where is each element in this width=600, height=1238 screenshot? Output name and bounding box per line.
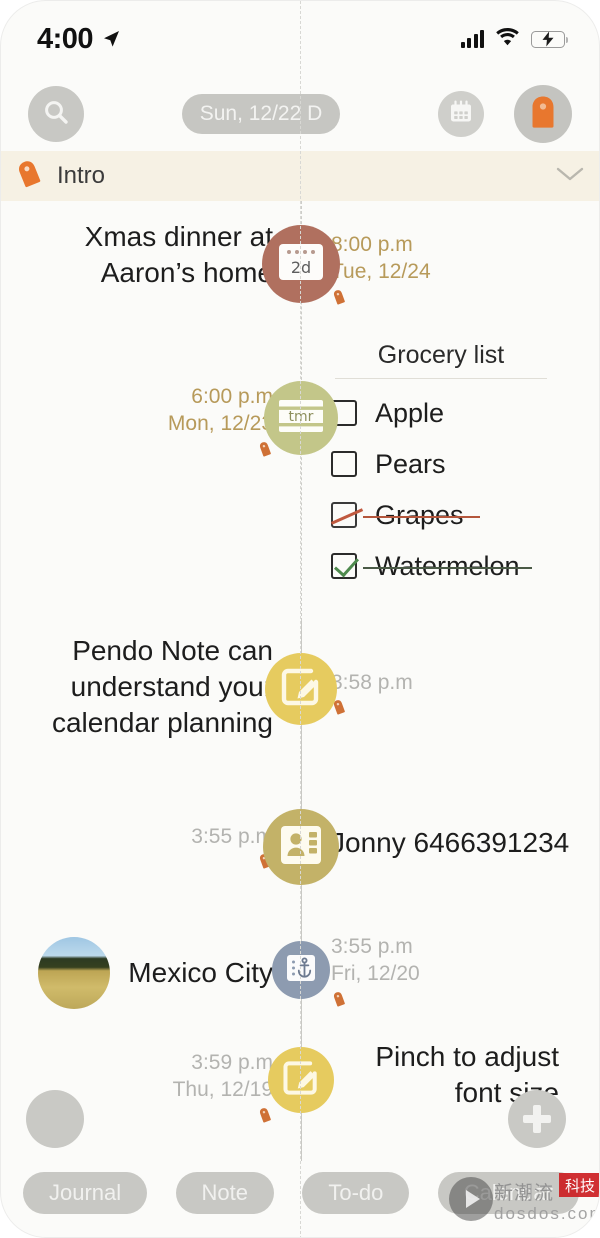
entry-time: 3:55 p.m bbox=[191, 825, 273, 848]
entry-title: Xmas dinner at Aaron’s home bbox=[84, 221, 273, 288]
status-bar: 4:00 bbox=[1, 1, 599, 67]
checklist-item-label: Apple bbox=[375, 397, 445, 428]
bottom-tab-bar: Journal Note To-do Calendar bbox=[1, 1167, 599, 1219]
search-icon bbox=[42, 98, 70, 131]
status-bar-left: 4:00 bbox=[37, 23, 121, 56]
tab-todo[interactable]: To-do bbox=[302, 1172, 410, 1214]
tag-marker-icon bbox=[257, 1106, 273, 1129]
entry-meta-left: 3:55 p.m bbox=[191, 823, 273, 875]
checklist-item[interactable]: Pears bbox=[331, 447, 581, 481]
entry-date: Fri, 12/20 bbox=[331, 962, 420, 986]
tag-marker-icon bbox=[331, 990, 347, 1013]
tag-filter-button[interactable] bbox=[514, 85, 572, 143]
entry-title: Pendo Note can understand your calendar pl… bbox=[51, 635, 273, 738]
clock-time: 4:00 bbox=[37, 22, 94, 55]
timeline-entry[interactable]: Xmas dinner atAaron’s home 2d 8:00 p.m bbox=[1, 213, 599, 313]
add-fab-button[interactable] bbox=[508, 1090, 566, 1148]
checkbox-cancelled-icon[interactable] bbox=[331, 502, 357, 528]
entry-node-note[interactable] bbox=[265, 653, 337, 725]
svg-text:tmr: tmr bbox=[289, 409, 314, 425]
entry-meta-left: 3:59 p.m Thu, 12/19 bbox=[173, 1049, 273, 1129]
calendar-countdown-icon: 2d bbox=[275, 240, 327, 289]
checklist-item[interactable]: Watermelon bbox=[331, 549, 581, 583]
phone-screen: 4:00 Sun, 12/22 D Intro Xmas dinner at A… bbox=[0, 0, 600, 1238]
entry-date: Tue, 12/24 bbox=[331, 260, 431, 284]
anchor-location-icon bbox=[282, 951, 320, 990]
battery-charging-icon bbox=[531, 30, 568, 48]
landscape-thumbnail[interactable] bbox=[38, 937, 111, 1009]
checkbox-checked-icon[interactable] bbox=[331, 553, 357, 579]
entry-title: Jonny 6466391234 bbox=[331, 827, 570, 858]
entry-meta-left: 6:00 p.m Mon, 12/23 bbox=[168, 383, 273, 463]
contact-card-icon bbox=[277, 823, 325, 872]
entry-node-location[interactable] bbox=[272, 941, 330, 999]
entry-node-calendar-countdown[interactable]: 2d bbox=[262, 225, 340, 303]
entry-date: Mon, 12/23 bbox=[167, 412, 273, 436]
note-edit-icon bbox=[278, 664, 324, 715]
tag-icon bbox=[528, 95, 558, 134]
entry-meta-right: 3:58 p.m bbox=[331, 669, 413, 721]
top-toolbar: Sun, 12/22 D bbox=[1, 77, 599, 151]
timeline-entry[interactable]: Mexico City 3:55 p.m Fri, 12/20 bbox=[1, 919, 599, 1019]
date-selector-pill[interactable]: Sun, 12/22 D bbox=[181, 94, 341, 134]
wifi-icon bbox=[495, 27, 520, 51]
entry-content-left[interactable]: Mexico City bbox=[38, 937, 273, 1009]
grocery-list-title: Grocery list bbox=[335, 341, 547, 379]
cellular-signal-icon bbox=[460, 30, 484, 48]
timeline-entry[interactable]: 3:55 p.m Jonny 6466391234 bbox=[1, 801, 599, 911]
checklist-item[interactable]: Apple bbox=[331, 396, 581, 430]
note-edit-icon bbox=[280, 1057, 322, 1104]
calendar-button[interactable] bbox=[438, 91, 484, 137]
tab-journal[interactable]: Journal bbox=[23, 1172, 148, 1214]
entry-content-left[interactable]: Pendo Note can understand your calendar pl… bbox=[52, 633, 273, 740]
checkbox-unchecked-icon[interactable] bbox=[331, 451, 357, 477]
intro-tag-banner[interactable]: Intro bbox=[1, 151, 599, 201]
timeline: Xmas dinner atAaron’s home 2d 8:00 p.m bbox=[1, 201, 599, 1161]
checklist-item-label: Pears bbox=[375, 448, 446, 479]
chevron-down-icon[interactable] bbox=[555, 165, 585, 188]
entry-meta-right: 3:55 p.m Fri, 12/20 bbox=[331, 933, 420, 1013]
timeline-entry[interactable]: Pendo Note can understand your calendar pl… bbox=[1, 621, 599, 751]
entry-time: 3:55 p.m bbox=[331, 935, 413, 958]
entry-time: 6:00 p.m bbox=[191, 385, 273, 408]
entry-time: 3:59 p.m bbox=[191, 1051, 273, 1074]
status-bar-right bbox=[460, 27, 568, 51]
entry-node-contact[interactable] bbox=[263, 809, 339, 885]
checklist-item-label: Grapes bbox=[363, 499, 480, 530]
plus-icon bbox=[523, 1105, 551, 1133]
checklist-item-label: Watermelon bbox=[363, 550, 532, 581]
calendar-icon bbox=[448, 99, 474, 130]
tab-calendar[interactable]: Calendar bbox=[437, 1172, 579, 1214]
checklist-item[interactable]: Grapes bbox=[331, 498, 581, 532]
grocery-list-card[interactable]: Grocery list Apple Pears Grapes Watermel… bbox=[331, 341, 581, 583]
tab-note[interactable]: Note bbox=[175, 1172, 274, 1214]
todo-card-icon: tmr bbox=[275, 395, 327, 442]
entry-node-note[interactable] bbox=[268, 1047, 334, 1113]
search-button[interactable] bbox=[28, 86, 84, 142]
tag-marker-icon bbox=[331, 288, 347, 311]
location-arrow-icon bbox=[101, 29, 121, 49]
entry-time: 8:00 p.m bbox=[331, 233, 413, 256]
entry-date: Thu, 12/19 bbox=[172, 1078, 273, 1102]
entry-meta-right: 8:00 p.m Tue, 12/24 bbox=[331, 231, 431, 311]
tag-icon bbox=[11, 156, 47, 197]
entry-node-todo-card[interactable]: tmr bbox=[264, 381, 338, 455]
tag-marker-icon bbox=[257, 440, 273, 463]
menu-fab-button[interactable] bbox=[26, 1090, 84, 1148]
svg-text:2d: 2d bbox=[291, 258, 311, 277]
entry-content-right[interactable]: Jonny 6466391234 bbox=[331, 825, 569, 861]
entry-title: Mexico City bbox=[128, 957, 273, 989]
entry-content-left[interactable]: Xmas dinner at Aaron’s home bbox=[85, 219, 273, 291]
intro-banner-label: Intro bbox=[57, 162, 106, 189]
entry-time: 3:58 p.m bbox=[331, 671, 413, 694]
